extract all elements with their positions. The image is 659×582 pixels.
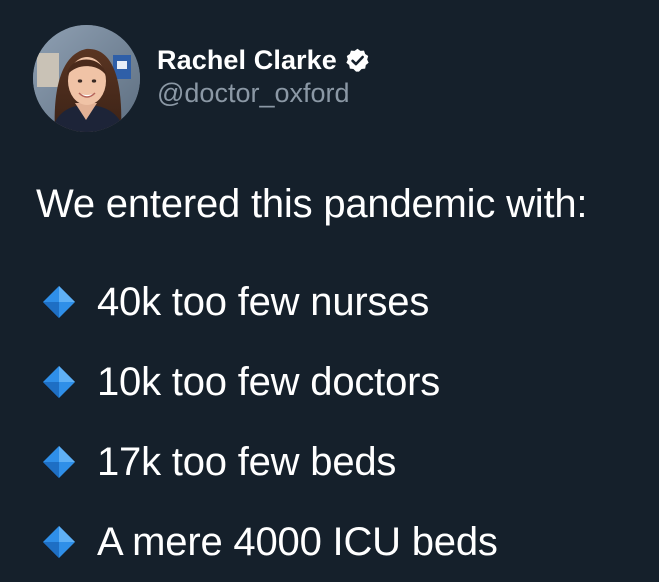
- small-blue-diamond-icon: [39, 522, 79, 562]
- author-info: Rachel Clarke @doctor_oxford: [157, 41, 371, 109]
- list-item: 17k too few beds: [39, 422, 498, 502]
- tweet-card: Rachel Clarke @doctor_oxford We entered …: [0, 0, 659, 576]
- small-blue-diamond-icon: [39, 282, 79, 322]
- list-item-text: A mere 4000 ICU beds: [97, 519, 498, 564]
- list-item: 10k too few doctors: [39, 342, 498, 422]
- profile-photo: [33, 25, 140, 132]
- author-avatar[interactable]: [33, 25, 140, 132]
- verified-badge-icon: [344, 47, 371, 74]
- list-item-text: 10k too few doctors: [97, 359, 441, 404]
- author-display-name[interactable]: Rachel Clarke: [157, 45, 337, 76]
- tweet-bullet-list: 40k too few nurses 10k too few doctors 1…: [39, 262, 498, 582]
- list-item: 40k too few nurses: [39, 262, 498, 342]
- small-blue-diamond-icon: [39, 442, 79, 482]
- list-item-text: 40k too few nurses: [97, 279, 430, 324]
- author-name-row: Rachel Clarke: [157, 41, 371, 79]
- small-blue-diamond-icon: [39, 362, 79, 402]
- list-item-text: 17k too few beds: [97, 439, 397, 484]
- author-handle[interactable]: @doctor_oxford: [157, 78, 371, 109]
- tweet-intro-text: We entered this pandemic with:: [36, 182, 588, 226]
- list-item: A mere 4000 ICU beds: [39, 502, 498, 582]
